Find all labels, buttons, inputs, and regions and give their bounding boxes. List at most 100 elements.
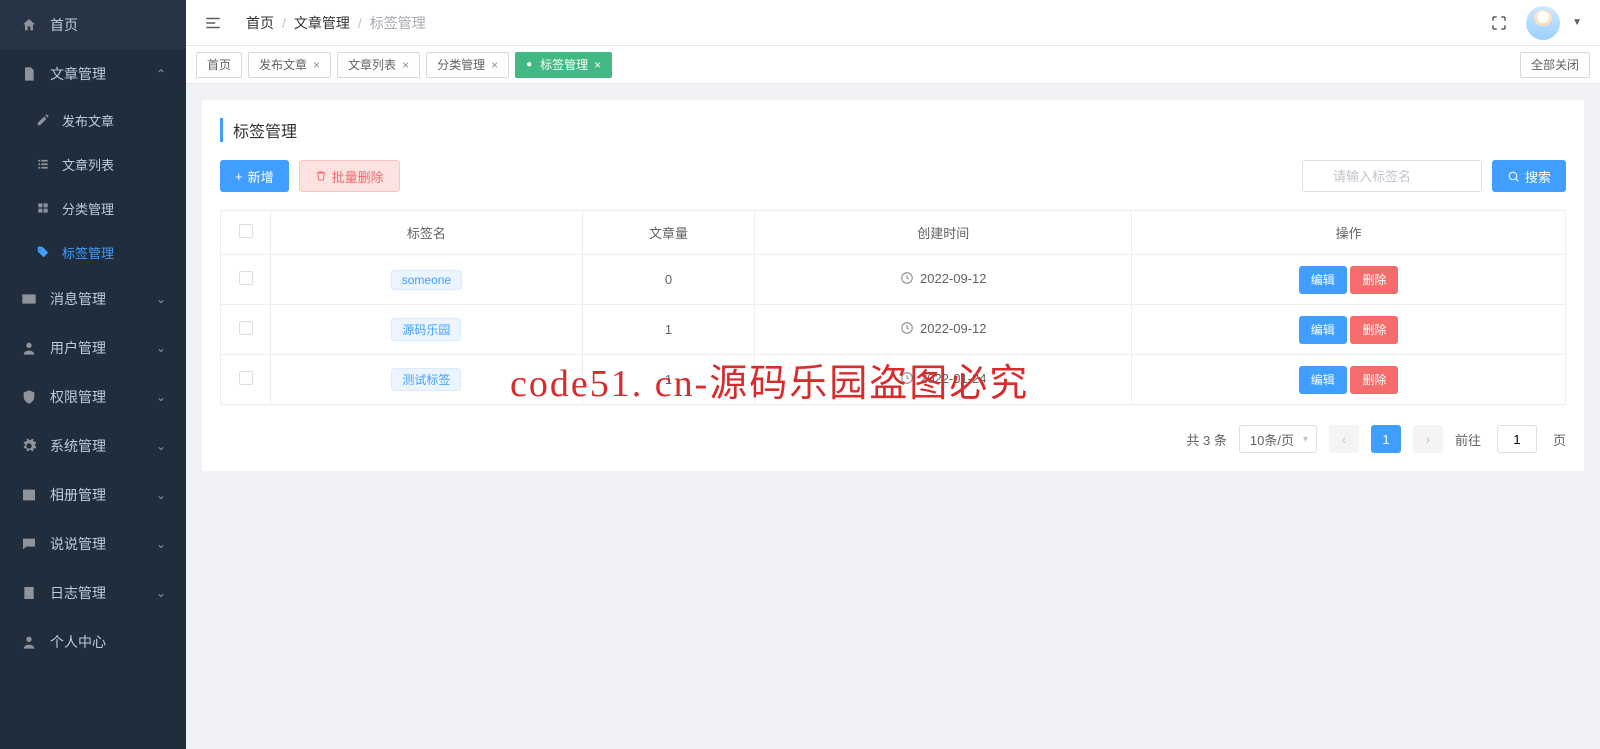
card: 标签管理 + 新增 批量删除 [202, 100, 1584, 471]
sidebar-item-home[interactable]: 首页 [0, 0, 186, 49]
sidebar-subitem-list[interactable]: 文章列表 [0, 142, 186, 186]
table-row: 测试标签 1 2022-01-24 编辑 删除 [221, 355, 1566, 405]
sidebar-item-user[interactable]: 用户管理⌄ [0, 323, 186, 372]
tag-name-badge: 测试标签 [391, 368, 461, 391]
sidebar-item-profile[interactable]: 个人中心 [0, 617, 186, 666]
menu-toggle-icon[interactable] [204, 14, 222, 32]
toolbar: + 新增 批量删除 [220, 160, 1566, 192]
prev-page-button[interactable]: ‹ [1329, 425, 1359, 453]
created-date: 2022-09-12 [920, 321, 987, 336]
sidebar-subitem-publish[interactable]: 发布文章 [0, 98, 186, 142]
sidebar-item-system[interactable]: 系统管理⌄ [0, 421, 186, 470]
avatar[interactable] [1526, 6, 1560, 40]
breadcrumb-item[interactable]: 文章管理 [294, 15, 350, 31]
content-area: 标签管理 + 新增 批量删除 [186, 84, 1600, 749]
batch-delete-label: 批量删除 [332, 167, 384, 186]
search-input-wrap [1302, 160, 1482, 192]
tab-label: 标签管理 [540, 56, 588, 73]
close-icon[interactable]: × [402, 58, 409, 72]
next-page-button[interactable]: › [1413, 425, 1443, 453]
breadcrumb-item: 标签管理 [370, 15, 426, 31]
page-number-current[interactable]: 1 [1371, 425, 1401, 453]
sidebar-subitem-tag[interactable]: 标签管理 [0, 230, 186, 274]
add-button[interactable]: + 新增 [220, 160, 289, 192]
sidebar-item-label: 相册管理 [50, 485, 156, 505]
clock-icon [900, 271, 914, 285]
add-button-label: 新增 [248, 167, 274, 186]
search-button[interactable]: 搜索 [1492, 160, 1566, 192]
sidebar-item-label: 日志管理 [50, 583, 156, 603]
edit-button[interactable]: 编辑 [1299, 316, 1347, 344]
sidebar-item-label: 个人中心 [50, 632, 166, 652]
sidebar-item-perm[interactable]: 权限管理⌄ [0, 372, 186, 421]
tab-label: 文章列表 [348, 56, 396, 73]
select-all-checkbox[interactable] [239, 224, 253, 238]
home-icon [20, 17, 38, 33]
pagination: 共 3 条 10条/页 ‹ 1 › 前往 页 [220, 425, 1566, 453]
close-icon[interactable]: × [313, 58, 320, 72]
created-date: 2022-01-24 [920, 371, 987, 386]
row-checkbox[interactable] [239, 371, 253, 385]
col-tagname: 标签名 [271, 211, 583, 255]
col-date: 创建时间 [755, 211, 1132, 255]
pagination-total: 共 3 条 [1186, 430, 1226, 449]
sidebar-item-log[interactable]: 日志管理⌄ [0, 568, 186, 617]
plus-icon: + [235, 169, 243, 184]
image-icon [20, 487, 38, 503]
search-input[interactable] [1302, 160, 1482, 192]
shield-icon [20, 389, 38, 405]
goto-page-input[interactable] [1497, 425, 1537, 453]
chevron-down-icon: ⌄ [156, 586, 166, 600]
chevron-down-icon: ⌄ [156, 292, 166, 306]
sidebar-item-message[interactable]: 消息管理⌄ [0, 274, 186, 323]
goto-prefix: 前往 [1455, 430, 1481, 449]
page-title: 标签管理 [220, 118, 1566, 142]
fullscreen-icon[interactable] [1490, 14, 1508, 32]
chevron-down-icon: ⌄ [156, 439, 166, 453]
chevron-down-icon: ⌄ [156, 537, 166, 551]
sidebar-item-article[interactable]: 文章管理⌃ [0, 49, 186, 98]
search-button-label: 搜索 [1525, 167, 1551, 186]
created-date: 2022-09-12 [920, 271, 987, 286]
close-icon[interactable]: × [491, 58, 498, 72]
clock-icon [900, 321, 914, 335]
page-size-select[interactable]: 10条/页 [1239, 425, 1317, 453]
chevron-down-icon: ⌄ [156, 488, 166, 502]
tag-name-badge: someone [391, 270, 462, 290]
table-row: someone02022-09-12编辑 删除 [221, 255, 1566, 305]
tab-发布文章[interactable]: 发布文章× [248, 52, 331, 78]
pencil-icon [36, 113, 52, 127]
delete-button[interactable]: 删除 [1350, 266, 1398, 294]
delete-button[interactable]: 删除 [1350, 316, 1398, 344]
close-all-tabs-button[interactable]: 全部关闭 [1520, 52, 1590, 78]
sidebar-item-label: 首页 [50, 15, 166, 35]
sidebar-item-label: 消息管理 [50, 289, 156, 309]
edit-button[interactable]: 编辑 [1299, 266, 1347, 294]
delete-button[interactable]: 删除 [1350, 366, 1398, 394]
tab-首页[interactable]: 首页 [196, 52, 242, 78]
list-icon [36, 157, 52, 171]
sidebar-subitem-category[interactable]: 分类管理 [0, 186, 186, 230]
row-checkbox[interactable] [239, 321, 253, 335]
avatar-dropdown-icon[interactable]: ▼ [1572, 17, 1582, 28]
user-icon [20, 340, 38, 356]
tab-label: 首页 [207, 56, 231, 73]
table-row: 源码乐园12022-09-12编辑 删除 [221, 305, 1566, 355]
tab-文章列表[interactable]: 文章列表 × [337, 52, 420, 78]
tab-标签管理[interactable]: 标签管理 × [515, 52, 612, 78]
grid-icon [36, 201, 52, 215]
tab-分类管理[interactable]: 分类管理× [426, 52, 509, 78]
col-count: 文章量 [582, 211, 754, 255]
row-checkbox[interactable] [239, 271, 253, 285]
edit-button[interactable]: 编辑 [1299, 366, 1347, 394]
sidebar-item-talk[interactable]: 说说管理⌄ [0, 519, 186, 568]
batch-delete-button[interactable]: 批量删除 [299, 160, 400, 192]
tag-icon [36, 245, 52, 259]
close-icon[interactable]: × [594, 58, 601, 72]
article-count: 1 [582, 355, 754, 405]
breadcrumb-item[interactable]: 首页 [246, 15, 274, 31]
log-icon [20, 585, 38, 601]
sidebar-item-album[interactable]: 相册管理⌄ [0, 470, 186, 519]
chevron-up-icon: ⌃ [156, 67, 166, 81]
gear-icon [20, 438, 38, 454]
